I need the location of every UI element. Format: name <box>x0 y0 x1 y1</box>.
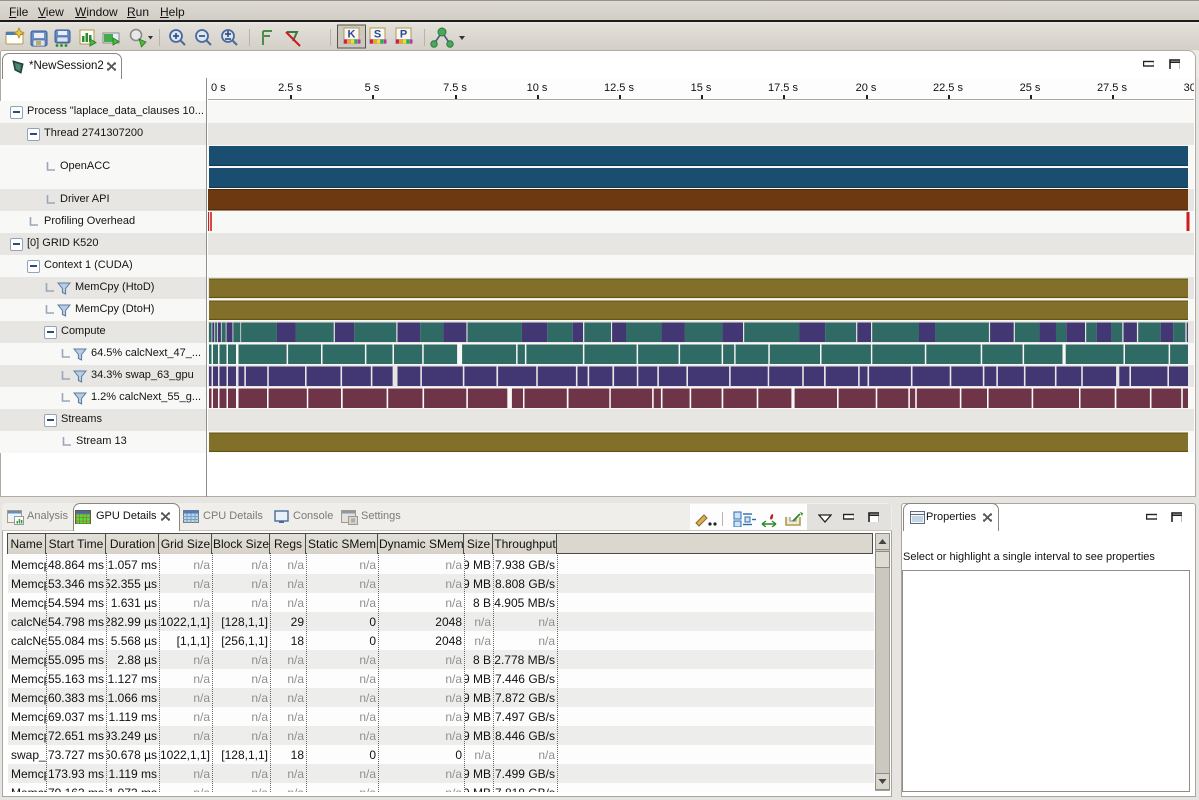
svg-text:P: P <box>400 29 407 41</box>
svg-text:K: K <box>348 29 356 41</box>
svg-text:S: S <box>374 29 381 41</box>
